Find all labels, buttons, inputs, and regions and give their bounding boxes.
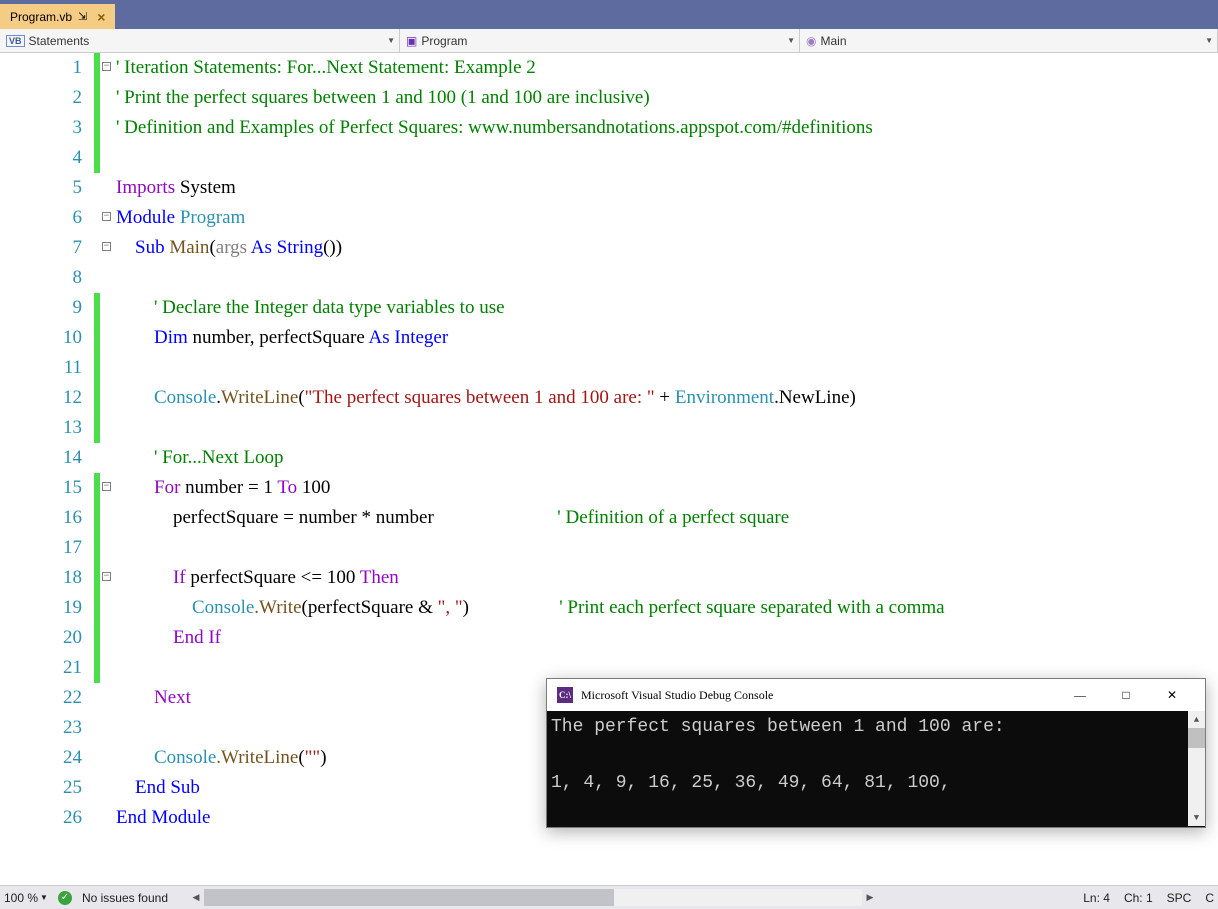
fold-column: − − − − −	[102, 53, 116, 893]
check-icon: ✓	[58, 891, 72, 905]
tab-row: Program.vb ⇲ ×	[0, 2, 1218, 29]
breadcrumb-row: VB Statements ▼ ▣ Program ▼ ◉ Main ▼	[0, 29, 1218, 53]
scroll-thumb[interactable]	[1188, 728, 1205, 748]
scope-method[interactable]: ◉ Main ▼	[800, 29, 1218, 52]
vb-icon: VB	[6, 35, 25, 47]
scope-label: Main	[820, 34, 846, 48]
scroll-down-icon[interactable]: ▼	[1188, 809, 1205, 826]
console-line: 1, 4, 9, 16, 25, 36, 49, 64, 81, 100,	[551, 769, 1201, 797]
scroll-thumb[interactable]	[204, 889, 614, 906]
console-title-text: Microsoft Visual Studio Debug Console	[581, 688, 773, 703]
indent-indicator[interactable]: SPC	[1167, 891, 1192, 905]
scope-label: Program	[421, 34, 467, 48]
scroll-right-icon[interactable]: ▶	[862, 889, 878, 906]
pin-icon[interactable]: ⇲	[78, 10, 87, 23]
status-bar: 100 % ▼ ✓ No issues found ◀ ▶ Ln: 4 Ch: …	[0, 885, 1218, 909]
zoom-control[interactable]: 100 % ▼	[4, 891, 48, 905]
class-icon: ▣	[406, 34, 417, 48]
chevron-down-icon[interactable]: ▼	[40, 893, 48, 902]
console-scrollbar[interactable]: ▲ ▼	[1188, 711, 1205, 826]
chevron-down-icon[interactable]: ▼	[787, 36, 795, 45]
column-indicator[interactable]: Ch: 1	[1124, 891, 1153, 905]
scope-project[interactable]: VB Statements ▼	[0, 29, 400, 52]
console-output[interactable]: The perfect squares between 1 and 100 ar…	[547, 711, 1205, 826]
fold-toggle[interactable]: −	[102, 482, 111, 491]
close-button[interactable]: ✕	[1149, 680, 1195, 710]
chevron-down-icon[interactable]: ▼	[1205, 36, 1213, 45]
issues-label: No issues found	[82, 891, 168, 905]
minimize-button[interactable]: —	[1057, 680, 1103, 710]
tab-label: Program.vb	[10, 10, 72, 24]
change-markers	[94, 53, 102, 893]
line-numbers: 1234567891011121314151617181920212223242…	[0, 53, 94, 893]
fold-toggle[interactable]: −	[102, 242, 111, 251]
fold-toggle[interactable]: −	[102, 572, 111, 581]
file-tab[interactable]: Program.vb ⇲ ×	[0, 4, 115, 29]
scope-class[interactable]: ▣ Program ▼	[400, 29, 800, 52]
scroll-left-icon[interactable]: ◀	[188, 889, 204, 906]
scroll-up-icon[interactable]: ▲	[1188, 711, 1205, 728]
fold-toggle[interactable]: −	[102, 62, 111, 71]
line-indicator[interactable]: Ln: 4	[1083, 891, 1110, 905]
console-titlebar[interactable]: C:\ Microsoft Visual Studio Debug Consol…	[547, 679, 1205, 711]
lineending-indicator[interactable]: C	[1205, 891, 1214, 905]
debug-console: C:\ Microsoft Visual Studio Debug Consol…	[546, 678, 1206, 828]
close-icon[interactable]: ×	[93, 9, 109, 25]
maximize-button[interactable]: □	[1103, 680, 1149, 710]
console-icon: C:\	[557, 687, 573, 703]
method-icon: ◉	[806, 34, 816, 48]
chevron-down-icon[interactable]: ▼	[387, 36, 395, 45]
fold-toggle[interactable]: −	[102, 212, 111, 221]
scope-label: Statements	[29, 34, 90, 48]
console-line: The perfect squares between 1 and 100 ar…	[551, 713, 1201, 741]
horizontal-scrollbar[interactable]: ◀ ▶	[188, 889, 878, 906]
